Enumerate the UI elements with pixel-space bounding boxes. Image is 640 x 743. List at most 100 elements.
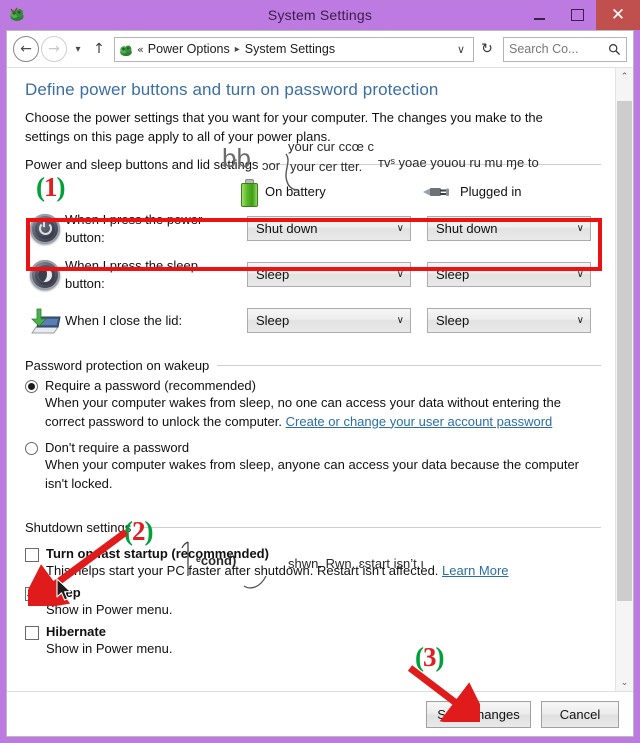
option-sleep[interactable]: Sleep [25,585,601,602]
power-button-on-battery-value: Shut down [256,221,318,237]
close-lid-plugged-in-select[interactable]: Sleep ∨ [427,308,591,334]
row-power-button-label: When I press the power button: [65,212,203,245]
row-close-lid: When I close the lid: Sleep ∨ Sleep ∨ [25,298,601,344]
power-section-rule [266,163,601,165]
close-lid-on-battery-select[interactable]: Sleep ∨ [247,308,411,334]
up-button[interactable]: ↑ [89,37,109,61]
fast-startup-description: This helps start your PC faster after sh… [46,563,601,578]
shutdown-section-header: Shutdown settings [25,520,601,535]
row-power-button: When I press the power button: Shut down… [25,206,601,252]
power-button-plugged-in-select[interactable]: Shut down ∨ [427,216,591,242]
chevron-down-icon: ∨ [396,315,404,327]
battery-icon [241,178,258,207]
forward-button[interactable]: → [41,36,67,62]
shutdown-options: Turn on fast startup (recommended) This … [25,546,601,656]
option-no-password[interactable]: Don't require a password [25,440,601,456]
chevron-down-icon: ∨ [576,223,584,235]
address-bar-icon [120,45,132,57]
power-plug-icon [423,187,449,196]
sleep-button-plugged-in-value: Sleep [436,267,470,283]
maximize-button[interactable] [558,0,596,30]
address-dropdown-icon[interactable]: ∨ [451,43,471,56]
sleep-description: Show in Power menu. [46,602,173,618]
hibernate-label: Hibernate [46,624,106,640]
title-bar: System Settings ✕ [0,0,640,30]
sleep-button-icon [25,259,65,290]
hibernate-description: Show in Power menu. [46,641,173,657]
sleep-button-on-battery-value: Sleep [256,267,290,283]
scroll-up-arrow-icon[interactable]: ⌃ [616,68,633,85]
password-section-label: Password protection on wakeup [25,357,210,373]
shutdown-section-label: Shutdown settings [25,520,132,536]
chevron-down-icon: ∨ [396,269,404,281]
option-fast-startup[interactable]: Turn on fast startup (recommended) [25,546,601,563]
no-password-description: When your computer wakes from sleep, any… [45,457,580,492]
sleep-checkbox[interactable] [25,587,39,602]
breadcrumb-separator-icon: ▸ [234,43,240,55]
shutdown-section-rule [139,527,601,529]
back-button[interactable]: ← [13,36,39,62]
row-close-lid-label: When I close the lid: [65,312,183,328]
row-sleep-button: When I press the sleep button: Sleep ∨ S… [25,252,601,298]
column-plugged-in: Plugged in [421,183,601,201]
sleep-button-plugged-in-select[interactable]: Sleep ∨ [427,262,591,288]
page-title: Define power buttons and turn on passwor… [25,80,439,99]
recent-locations-icon[interactable]: ▾ [69,37,87,61]
client-area: ← → ▾ ↑ « Power Options ▸ System Setting… [6,30,634,737]
system-settings-window: System Settings ✕ ← → ▾ ↑ « Power Option… [0,0,640,743]
breadcrumb-segment-power-options[interactable]: Power Options [148,42,230,56]
settings-content: Define power buttons and turn on passwor… [7,68,615,691]
power-button-icon [25,213,65,244]
require-password-radio[interactable] [25,379,38,393]
fast-startup-label: Turn on fast startup (recommended) [46,546,269,562]
search-placeholder: Search Co... [509,42,579,56]
option-hibernate[interactable]: Hibernate [25,624,601,641]
minimize-button[interactable] [520,0,558,30]
column-header-row: On battery Plugged in [25,178,601,207]
vertical-scrollbar[interactable]: ⌃ ⌄ [615,68,633,691]
column-on-battery: On battery [241,178,421,207]
require-password-description: When your computer wakes from sleep, no … [45,394,590,432]
no-password-radio[interactable] [25,442,38,456]
chevron-down-icon: ∨ [576,269,584,281]
password-section-rule [217,364,601,366]
password-section-header: Password protection on wakeup [25,358,601,373]
intro-paragraph: Choose the power settings that you want … [25,110,543,144]
cancel-button[interactable]: Cancel [541,700,619,728]
sleep-label: Sleep [46,585,81,601]
laptop-lid-icon [25,307,65,335]
refresh-button[interactable]: ↻ [476,38,498,61]
address-bar[interactable]: « Power Options ▸ System Settings ∨ [114,36,474,62]
window-controls: ✕ [520,0,640,30]
close-button[interactable]: ✕ [596,0,640,30]
hibernate-checkbox[interactable] [25,626,39,641]
close-lid-plugged-in-value: Sleep [436,313,470,329]
search-icon [608,43,621,55]
scrollbar-track[interactable] [616,85,633,674]
option-require-password[interactable]: Require a password (recommended) [25,378,601,393]
power-section-header: Power and sleep buttons and lid settings [25,157,601,172]
close-lid-on-battery-value: Sleep [256,313,290,329]
window-icon [8,4,30,26]
power-button-on-battery-select[interactable]: Shut down ∨ [247,216,411,242]
content-wrapper: Define power buttons and turn on passwor… [7,67,633,691]
scroll-down-arrow-icon[interactable]: ⌄ [616,674,633,691]
row-sleep-button-label: When I press the sleep button: [65,258,198,291]
no-password-label: Don't require a password [45,440,190,456]
search-box[interactable]: Search Co... [503,36,627,62]
password-options: Require a password (recommended) When yo… [25,378,601,494]
learn-more-link[interactable]: Learn More [442,563,508,578]
scrollbar-thumb[interactable] [617,101,632,601]
chevron-down-icon: ∨ [396,223,404,235]
save-changes-button[interactable]: Save changes [426,700,531,728]
fast-startup-description-text: This helps start your PC faster after sh… [46,563,439,579]
column-plugged-in-label: Plugged in [460,184,522,200]
change-account-password-link[interactable]: Create or change your user account passw… [286,414,553,429]
require-password-label: Require a password (recommended) [45,377,256,393]
breadcrumb-segment-system-settings[interactable]: System Settings [245,42,335,56]
breadcrumb-overflow-icon[interactable]: « [137,43,144,56]
fast-startup-checkbox[interactable] [25,548,39,563]
power-button-plugged-in-value: Shut down [436,221,498,237]
sleep-button-on-battery-select[interactable]: Sleep ∨ [247,262,411,288]
dialog-button-bar: Save changes Cancel [7,691,633,736]
